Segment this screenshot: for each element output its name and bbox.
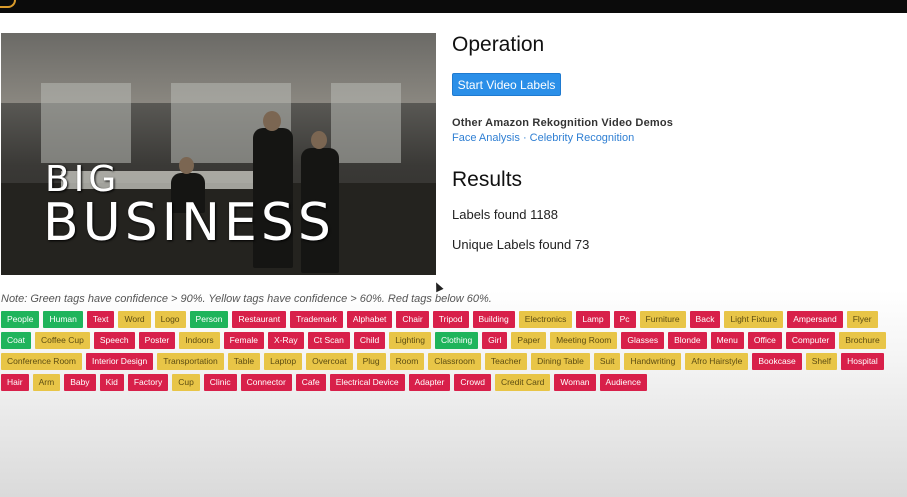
video-frame-window <box>331 83 401 163</box>
label-tag: Factory <box>127 374 169 391</box>
label-tag: Cup <box>172 374 200 391</box>
label-tag: Back <box>689 311 721 328</box>
celebrity-recognition-link[interactable]: Celebrity Recognition <box>530 132 635 144</box>
label-tag: Overcoat <box>306 353 353 370</box>
label-tag: Teacher <box>484 353 528 370</box>
label-tag: Menu <box>710 332 744 349</box>
label-tag: Paper <box>511 332 547 349</box>
label-tag: Flyer <box>846 311 878 328</box>
label-tag: Room <box>389 353 425 370</box>
video-frame-person-head <box>179 157 194 174</box>
label-tag: Transportation <box>157 353 224 370</box>
label-tag: Building <box>472 311 515 328</box>
other-demos-links: Face Analysis · Celebrity Recognition <box>452 132 634 144</box>
label-tag: Connector <box>240 374 292 391</box>
label-tag: Chair <box>396 311 429 328</box>
label-tag: Woman <box>554 374 596 391</box>
label-tag: Female <box>223 332 264 349</box>
label-tag: Plug <box>356 353 386 370</box>
label-tag: Bookcase <box>752 353 802 370</box>
label-tag: Glasses <box>621 332 665 349</box>
label-tag: Ct Scan <box>307 332 350 349</box>
operation-heading: Operation <box>452 33 545 56</box>
label-tag: Speech <box>93 332 135 349</box>
label-tag: Poster <box>138 332 176 349</box>
label-tag: Trademark <box>290 311 343 328</box>
label-tag: Conference Room <box>1 353 82 370</box>
video-frame-person-head <box>311 131 327 149</box>
label-tag: Hospital <box>841 353 884 370</box>
label-tag: Meeting Room <box>550 332 618 349</box>
label-tag: Pc <box>613 311 636 328</box>
label-tag: Coffee Cup <box>34 332 90 349</box>
unique-labels-count: Unique Labels found 73 <box>452 237 590 252</box>
top-bar <box>0 0 907 13</box>
label-tag: Person <box>189 311 229 328</box>
results-heading: Results <box>452 168 523 191</box>
label-tag: Table <box>227 353 261 370</box>
other-demos-heading: Other Amazon Rekognition Video Demos <box>452 117 674 129</box>
label-tag: Logo <box>154 311 186 328</box>
label-tag: Adapter <box>408 374 451 391</box>
label-tag: Brochure <box>839 332 886 349</box>
label-tag-list: People Human Text Word Logo Person Restaurant T… <box>1 311 905 395</box>
label-tag: Clinic <box>203 374 237 391</box>
link-separator: · <box>522 132 527 144</box>
label-tag: People <box>1 311 40 328</box>
label-tag: Electrical Device <box>329 374 405 391</box>
label-tag: Laptop <box>264 353 303 370</box>
label-tag: Girl <box>482 332 508 349</box>
label-tag: Lighting <box>389 332 431 349</box>
label-tag: Computer <box>785 332 836 349</box>
label-tag: Kid <box>99 374 124 391</box>
label-tag: Electronics <box>518 311 573 328</box>
label-tag: Arm <box>32 374 61 391</box>
label-tag: Indoors <box>179 332 220 349</box>
label-tag: Light Fixture <box>724 311 784 328</box>
label-tag: Tripod <box>432 311 469 328</box>
label-tag: Alphabet <box>346 311 393 328</box>
label-tag: Dining Table <box>531 353 590 370</box>
label-tag: Human <box>43 311 83 328</box>
label-tag: Handwriting <box>624 353 682 370</box>
label-tag: Coat <box>1 332 31 349</box>
label-tag: Clothing <box>434 332 479 349</box>
video-frame-person-head <box>263 111 281 131</box>
label-tag: X-Ray <box>267 332 304 349</box>
label-tag: Word <box>118 311 151 328</box>
label-tag: Ampersand <box>787 311 843 328</box>
label-tag: Child <box>353 332 386 349</box>
label-tag: Blonde <box>668 332 707 349</box>
video-player[interactable]: BIG BUSINESS <box>1 33 436 275</box>
label-tag: Restaurant <box>232 311 287 328</box>
logo-swoosh-icon <box>0 0 16 8</box>
label-tag: Afro Hairstyle <box>685 353 749 370</box>
label-tag: Lamp <box>576 311 610 328</box>
label-tag: Crowd <box>454 374 491 391</box>
labels-found-count: Labels found 1188 <box>452 207 559 222</box>
video-overlay-title-line2: BUSINESS <box>43 193 335 253</box>
label-tag: Furniture <box>639 311 686 328</box>
label-tag: Text <box>86 311 115 328</box>
face-analysis-link[interactable]: Face Analysis <box>452 132 520 144</box>
mouse-cursor-icon <box>432 280 444 293</box>
video-frame-window <box>41 83 131 163</box>
label-tag: Shelf <box>805 353 838 370</box>
label-tag: Suit <box>593 353 621 370</box>
label-tag: Interior Design <box>85 353 154 370</box>
label-tag: Hair <box>1 374 29 391</box>
confidence-note: Note: Green tags have confidence > 90%. … <box>1 293 492 305</box>
label-tag: Baby <box>64 374 96 391</box>
label-tag: Classroom <box>428 353 481 370</box>
label-tag: Credit Card <box>494 374 551 391</box>
label-tag: Cafe <box>295 374 326 391</box>
label-tag: Office <box>747 332 782 349</box>
start-video-labels-button[interactable]: Start Video Labels <box>452 73 561 96</box>
label-tag: Audience <box>599 374 647 391</box>
